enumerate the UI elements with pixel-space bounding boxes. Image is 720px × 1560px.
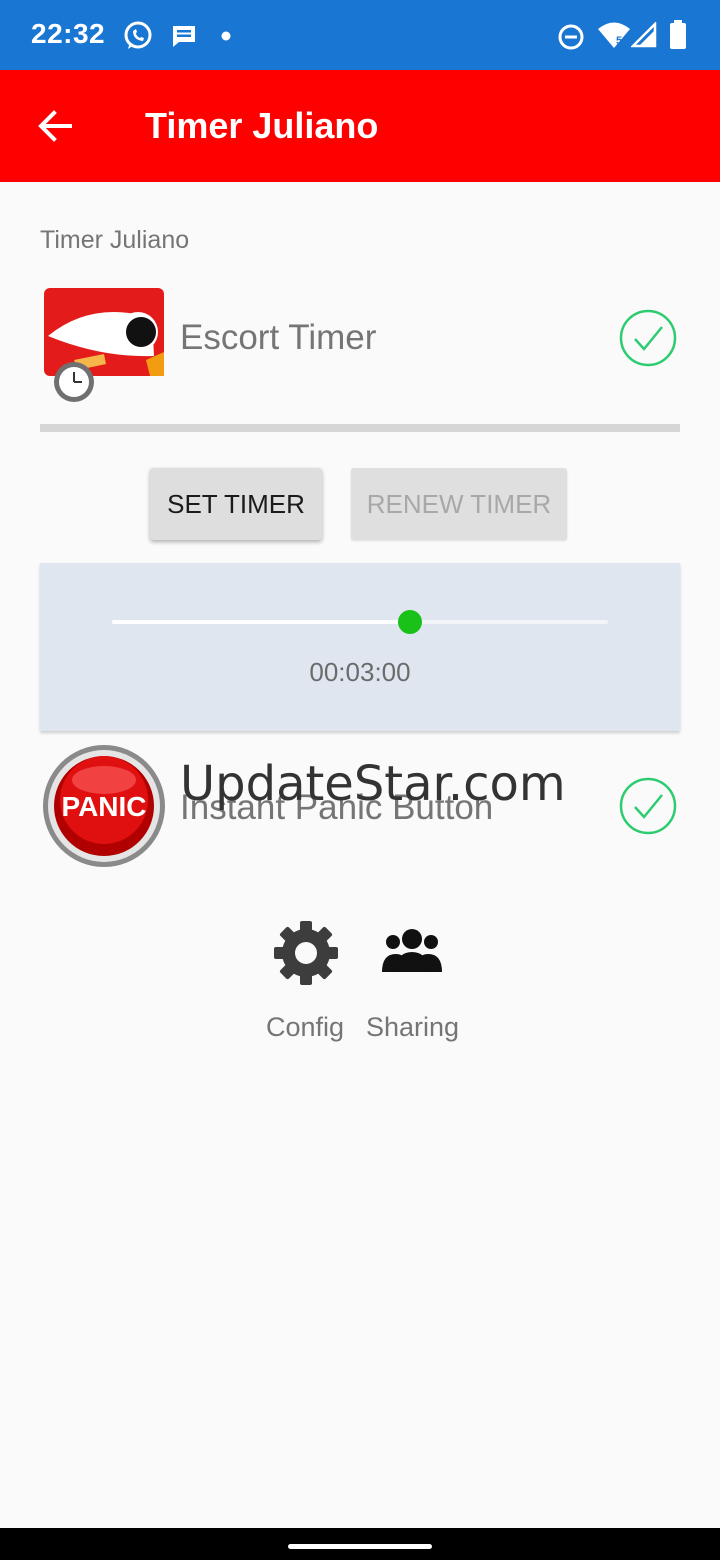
config-button[interactable] (272, 918, 340, 993)
do-not-disturb-icon (558, 24, 584, 50)
message-icon (173, 26, 195, 47)
signal-icon (631, 22, 657, 48)
back-button[interactable] (30, 100, 82, 152)
status-bar: 22:32 5 (0, 0, 720, 70)
battery-icon (670, 20, 686, 49)
gear-icon (274, 921, 338, 985)
timer-slider-thumb[interactable] (397, 610, 422, 634)
escort-timer-row[interactable]: Escort Timer (40, 282, 680, 402)
group-icon (382, 929, 442, 972)
sharing-label: Sharing (366, 1012, 460, 1042)
section-label: Timer Juliano (40, 226, 190, 254)
watermark-text: UpdateStar.com (180, 756, 566, 812)
app-bar: Timer Juliano (0, 70, 720, 182)
sharing-button[interactable] (380, 918, 444, 993)
network-badge: 5 (616, 35, 622, 47)
renew-timer-button[interactable]: RENEW TIMER (351, 468, 567, 540)
panic-logo-text: PANIC (61, 791, 146, 822)
timer-slider-fill (112, 620, 410, 624)
status-time: 22:32 (31, 18, 106, 49)
wifi-icon: 5 (598, 22, 630, 48)
home-handle[interactable] (288, 1544, 432, 1549)
set-timer-button[interactable]: SET TIMER (150, 468, 322, 540)
divider (40, 424, 680, 432)
whatsapp-icon (124, 21, 152, 49)
timer-panel: 00:03:00 (40, 563, 680, 731)
check-circle-icon[interactable] (618, 776, 678, 836)
check-circle-icon[interactable] (618, 308, 678, 368)
dot-icon (221, 31, 231, 41)
feature-name: Escort Timer (180, 318, 377, 357)
timer-slider-track[interactable] (112, 620, 608, 624)
panic-button-logo: PANIC (43, 745, 165, 867)
arrow-back-icon (38, 110, 72, 142)
timer-readout: 00:03:00 (309, 657, 411, 687)
config-label: Config (266, 1012, 345, 1042)
escort-timer-logo (44, 288, 164, 402)
page-title: Timer Juliano (145, 105, 379, 146)
